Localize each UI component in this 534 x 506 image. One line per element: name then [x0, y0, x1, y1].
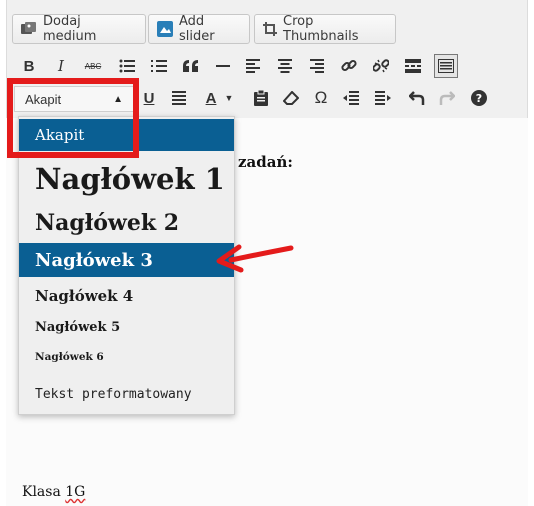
strikethrough-label: ABC — [84, 61, 102, 71]
format-option-heading-5[interactable]: Nagłówek 5 — [19, 313, 234, 341]
format-dropdown-menu: Akapit Nagłówek 1 Nagłówek 2 Nagłówek 3 … — [18, 116, 235, 415]
more-tag-icon — [405, 59, 421, 73]
outdent-icon — [343, 91, 359, 105]
redo-button[interactable] — [436, 86, 458, 110]
text-color-dropdown[interactable]: ▼ — [222, 86, 236, 110]
strikethrough-button[interactable]: ABC — [82, 54, 104, 78]
horizontal-line-icon — [216, 65, 230, 67]
horizontal-line-button[interactable] — [212, 54, 234, 78]
align-right-button[interactable] — [306, 54, 328, 78]
blockquote-icon — [183, 60, 198, 72]
add-slider-button[interactable]: Add slider — [148, 14, 250, 44]
indent-icon — [375, 91, 391, 105]
footer-text-prefix: Klasa — [22, 484, 66, 500]
blockquote-button[interactable] — [180, 54, 202, 78]
format-option-heading-1[interactable]: Nagłówek 1 — [19, 157, 234, 201]
paste-as-text-button[interactable] — [250, 86, 272, 110]
content-partial-heading: zadań: — [238, 153, 293, 171]
highlight-callout-box — [7, 78, 139, 158]
text-color-button[interactable]: A — [200, 86, 222, 110]
bold-button[interactable]: B — [18, 54, 40, 78]
format-option-heading-6[interactable]: Nagłówek 6 — [19, 343, 234, 371]
align-left-icon — [246, 59, 260, 73]
media-icon — [21, 22, 37, 36]
undo-button[interactable] — [406, 86, 428, 110]
keyboard-icon — [438, 59, 454, 73]
bold-label: B — [23, 57, 35, 75]
underline-label: U — [143, 89, 155, 107]
add-slider-label: Add slider — [179, 14, 215, 44]
format-option-heading-4[interactable]: Nagłówek 4 — [19, 281, 234, 311]
help-button[interactable]: ? — [468, 86, 490, 110]
align-right-icon — [310, 59, 324, 73]
align-center-button[interactable] — [274, 54, 296, 78]
align-justify-icon — [172, 91, 186, 105]
add-media-label: Dodaj medium — [43, 14, 97, 44]
slider-icon — [157, 21, 173, 37]
format-option-heading-2[interactable]: Nagłówek 2 — [19, 205, 234, 241]
justify-button[interactable] — [168, 86, 190, 110]
editor-toolbar-row-1: B I ABC — [14, 54, 524, 80]
undo-icon — [409, 91, 425, 105]
remove-link-button[interactable] — [370, 54, 392, 78]
bullet-list-button[interactable] — [116, 54, 138, 78]
special-character-label: Ω — [314, 88, 328, 107]
crop-thumbnails-button[interactable]: Crop Thumbnails — [254, 14, 396, 44]
clipboard-icon — [254, 90, 268, 106]
numbered-list-icon — [151, 60, 167, 72]
special-character-button[interactable]: Ω — [310, 86, 332, 110]
underline-button[interactable]: U — [138, 86, 160, 110]
format-option-preformatted[interactable]: Tekst preformatowany — [19, 379, 234, 409]
svg-text:?: ? — [476, 92, 482, 105]
content-footer-text: Klasa 1G — [22, 484, 85, 500]
format-option-heading-3[interactable]: Nagłówek 3 — [19, 243, 234, 277]
italic-label: I — [58, 57, 64, 75]
toolbar-toggle-button[interactable] — [434, 54, 458, 78]
insert-link-button[interactable] — [338, 54, 360, 78]
redo-icon — [439, 91, 455, 105]
link-icon — [341, 59, 357, 72]
crop-icon — [263, 22, 277, 36]
insert-more-tag-button[interactable] — [402, 54, 424, 78]
clear-formatting-button[interactable] — [280, 86, 302, 110]
spellcheck-flagged-word: 1G — [65, 484, 86, 500]
outdent-button[interactable] — [340, 86, 362, 110]
caret-down-icon: ▼ — [224, 93, 234, 103]
add-media-button[interactable]: Dodaj medium — [12, 14, 146, 44]
align-center-icon — [278, 59, 292, 73]
unlink-icon — [373, 59, 389, 73]
italic-button[interactable]: I — [50, 54, 72, 78]
crop-thumbnails-label: Crop Thumbnails — [283, 14, 359, 44]
help-icon: ? — [471, 90, 487, 106]
text-color-label: A — [205, 89, 217, 107]
red-pointer-arrow-icon — [216, 244, 294, 273]
numbered-list-button[interactable] — [148, 54, 170, 78]
bullet-list-icon — [119, 59, 135, 73]
indent-button[interactable] — [372, 86, 394, 110]
eraser-icon — [283, 91, 299, 105]
align-left-button[interactable] — [242, 54, 264, 78]
